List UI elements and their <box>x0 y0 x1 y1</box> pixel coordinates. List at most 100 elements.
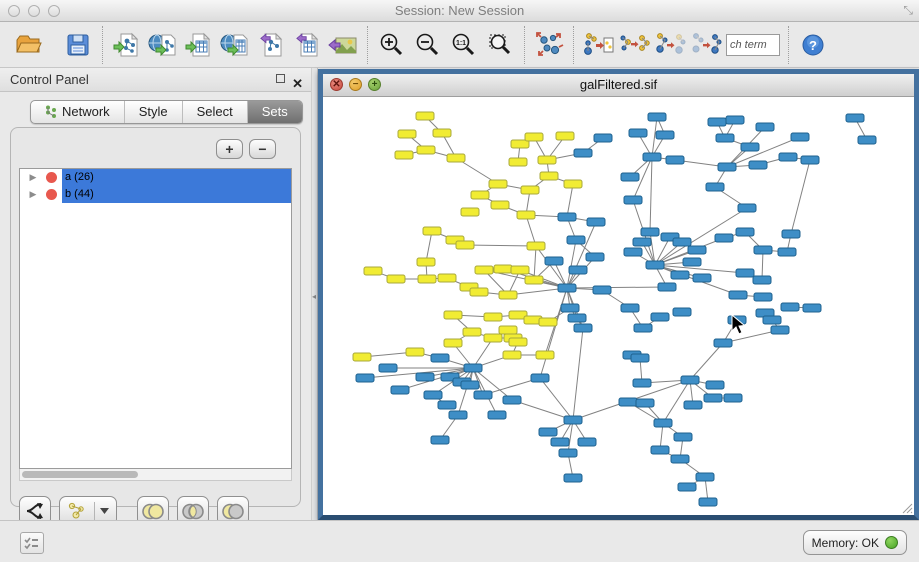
remove-set-button[interactable]: − <box>249 139 276 159</box>
graph-node[interactable] <box>634 324 652 332</box>
graph-node[interactable] <box>499 291 517 299</box>
zoom-in-button[interactable] <box>374 27 410 63</box>
graph-node[interactable] <box>621 304 639 312</box>
graph-node[interactable] <box>718 163 736 171</box>
graph-node[interactable] <box>749 161 767 169</box>
graph-node[interactable] <box>704 394 722 402</box>
graph-node[interactable] <box>671 271 689 279</box>
graph-node[interactable] <box>464 364 482 372</box>
graph-node[interactable] <box>559 449 577 457</box>
graph-node[interactable] <box>509 158 527 166</box>
graph-node[interactable] <box>551 438 569 446</box>
graph-node[interactable] <box>438 401 456 409</box>
panel-splitter[interactable]: ◂ <box>311 68 318 520</box>
graph-node[interactable] <box>688 246 706 254</box>
graph-node[interactable] <box>674 433 692 441</box>
graph-node[interactable] <box>763 316 781 324</box>
graph-node[interactable] <box>416 373 434 381</box>
graph-node[interactable] <box>416 112 434 120</box>
graph-node[interactable] <box>574 324 592 332</box>
zoom-fit-selected-button[interactable] <box>482 27 518 63</box>
graph-node[interactable] <box>417 146 435 154</box>
graph-node[interactable] <box>706 183 724 191</box>
resize-grip[interactable] <box>899 500 913 514</box>
tab-sets[interactable]: Sets <box>248 101 302 123</box>
new-network-from-selection-button[interactable] <box>580 27 616 63</box>
graph-node[interactable] <box>633 379 651 387</box>
graph-node[interactable] <box>846 114 864 122</box>
hide-selected-button[interactable] <box>652 27 688 63</box>
list-item[interactable]: ▶ a (26) <box>20 169 291 186</box>
graph-node[interactable] <box>461 381 479 389</box>
graph-node[interactable] <box>474 391 492 399</box>
graph-node[interactable] <box>858 136 876 144</box>
graph-node[interactable] <box>558 284 576 292</box>
graph-node[interactable] <box>447 154 465 162</box>
graph-node[interactable] <box>801 156 819 164</box>
graph-node[interactable] <box>417 258 435 266</box>
graph-node[interactable] <box>461 208 479 216</box>
graph-node[interactable] <box>738 204 756 212</box>
graph-node[interactable] <box>406 348 424 356</box>
network-canvas[interactable] <box>323 97 914 515</box>
graph-node[interactable] <box>683 258 701 266</box>
import-network-file-button[interactable] <box>109 27 145 63</box>
import-table-url-button[interactable] <box>217 27 253 63</box>
export-image-button[interactable] <box>325 27 361 63</box>
graph-node[interactable] <box>678 483 696 491</box>
splitter-collapse-icon[interactable]: ◂ <box>312 292 316 301</box>
graph-node[interactable] <box>654 419 672 427</box>
horizontal-scrollbar[interactable] <box>19 469 292 481</box>
graph-node[interactable] <box>619 398 637 406</box>
graph-node[interactable] <box>593 286 611 294</box>
graph-node[interactable] <box>395 151 413 159</box>
graph-node[interactable] <box>463 328 481 336</box>
graph-node[interactable] <box>509 338 527 346</box>
graph-node[interactable] <box>536 351 554 359</box>
export-table-button[interactable] <box>289 27 325 63</box>
graph-node[interactable] <box>621 173 639 181</box>
graph-node[interactable] <box>574 149 592 157</box>
fullscreen-icon[interactable]: ⤡ <box>903 3 913 18</box>
graph-node[interactable] <box>423 227 441 235</box>
graph-node[interactable] <box>629 129 647 137</box>
graph-node[interactable] <box>673 238 691 246</box>
graph-node[interactable] <box>561 304 579 312</box>
graph-node[interactable] <box>364 267 382 275</box>
graph-node[interactable] <box>484 313 502 321</box>
task-history-button[interactable] <box>20 532 44 554</box>
search-input[interactable] <box>726 34 780 56</box>
graph-node[interactable] <box>494 265 512 273</box>
graph-node[interactable] <box>545 257 563 265</box>
graph-node[interactable] <box>391 386 409 394</box>
graph-node[interactable] <box>531 374 549 382</box>
graph-node[interactable] <box>771 326 789 334</box>
graph-node[interactable] <box>791 133 809 141</box>
select-first-neighbors-button[interactable] <box>616 27 652 63</box>
graph-node[interactable] <box>651 446 669 454</box>
save-session-button[interactable] <box>60 27 96 63</box>
graph-node[interactable] <box>724 394 742 402</box>
graph-node[interactable] <box>666 156 684 164</box>
graph-node[interactable] <box>398 130 416 138</box>
graph-node[interactable] <box>753 276 771 284</box>
memory-status-button[interactable]: Memory: OK <box>803 530 907 555</box>
graph-node[interactable] <box>708 118 726 126</box>
graph-node[interactable] <box>431 436 449 444</box>
graph-node[interactable] <box>564 416 582 424</box>
graph-node[interactable] <box>521 186 539 194</box>
graph-node[interactable] <box>706 381 724 389</box>
zoom-actual-size-button[interactable]: 1:1 <box>446 27 482 63</box>
graph-node[interactable] <box>539 428 557 436</box>
graph-node[interactable] <box>499 326 517 334</box>
graph-node[interactable] <box>736 269 754 277</box>
graph-node[interactable] <box>503 396 521 404</box>
add-set-button[interactable]: + <box>216 139 243 159</box>
graph-node[interactable] <box>471 191 489 199</box>
graph-node[interactable] <box>424 391 442 399</box>
graph-node[interactable] <box>569 266 587 274</box>
graph-node[interactable] <box>568 314 586 322</box>
zoom-out-button[interactable] <box>410 27 446 63</box>
graph-node[interactable] <box>379 364 397 372</box>
graph-node[interactable] <box>475 266 493 274</box>
